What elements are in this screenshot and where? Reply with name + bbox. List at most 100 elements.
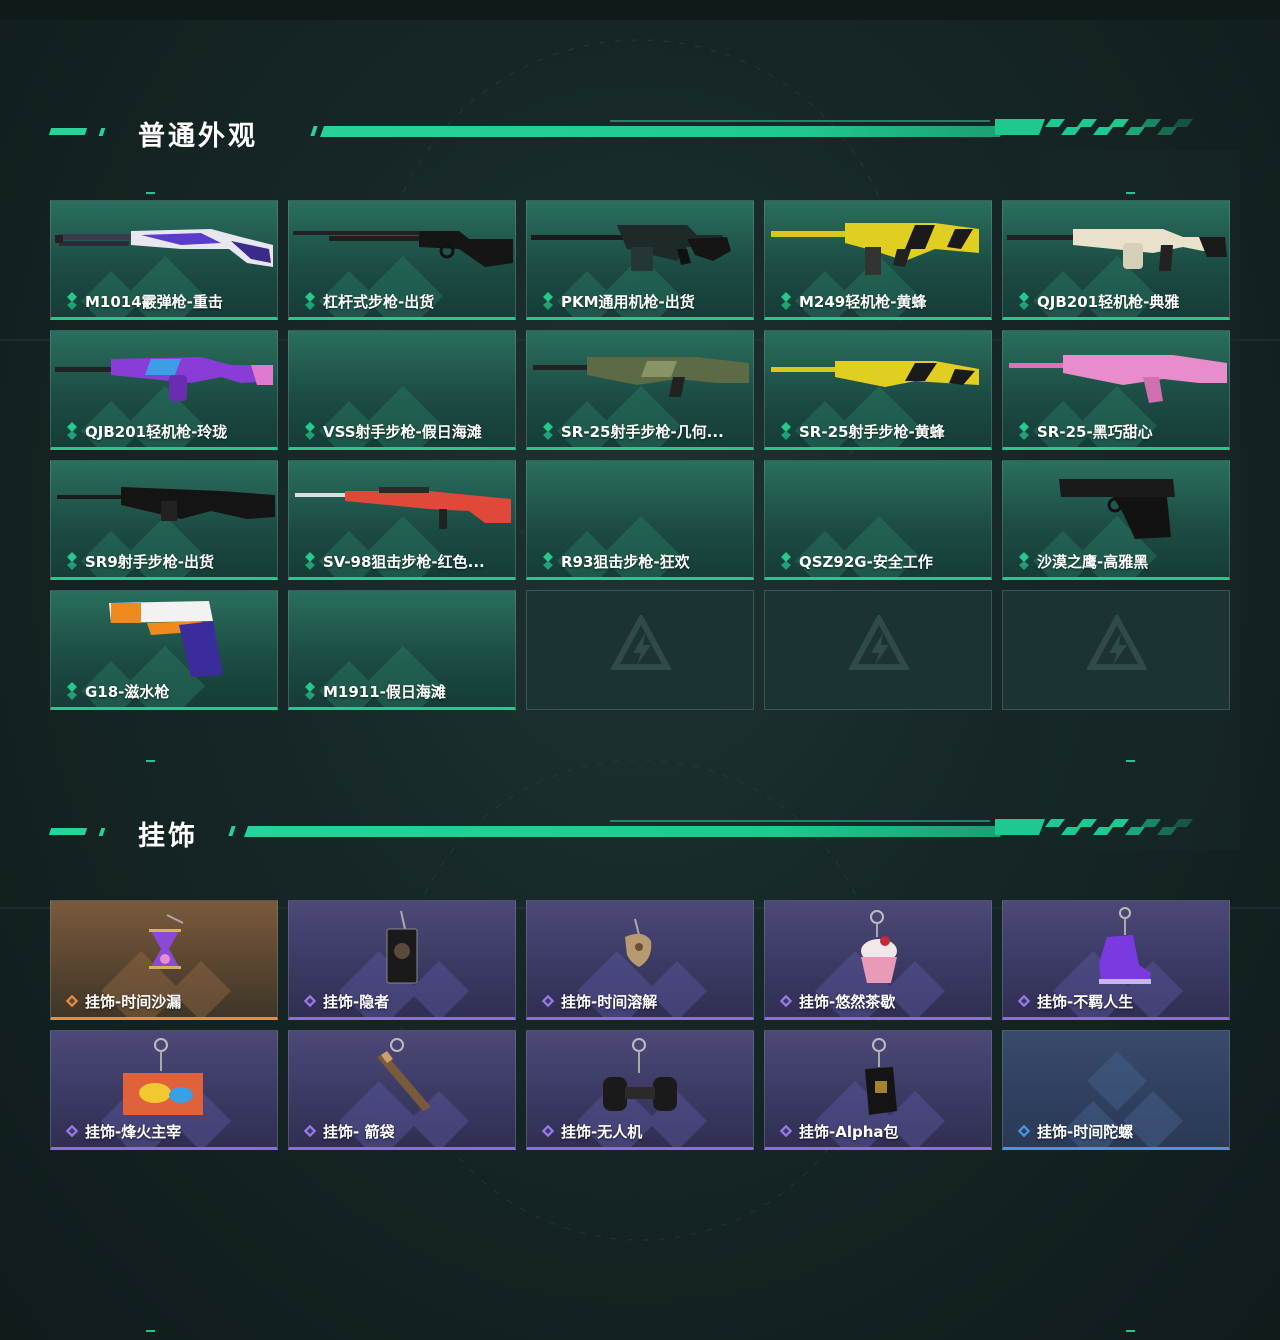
skin-label: SR9射手步枪-出货 [85, 552, 215, 571]
corner-tick [146, 1330, 155, 1332]
charm-card[interactable]: 挂饰-隐者 [288, 900, 516, 1020]
skin-card[interactable]: M1014霰弹枪-重击 [50, 200, 278, 320]
corner-tick [1126, 1330, 1135, 1332]
rarity-icon [1017, 1124, 1031, 1138]
game-logo-icon [1087, 615, 1147, 670]
empty-slot [1002, 590, 1230, 710]
skin-card[interactable]: R93狙击步枪-狂欢 [526, 460, 754, 580]
rarity-icon [541, 1124, 555, 1138]
game-logo-icon [611, 615, 671, 670]
rarity-icon [305, 682, 315, 700]
skin-label: G18-滋水枪 [85, 682, 170, 701]
charm-card[interactable]: 挂饰-烽火主宰 [50, 1030, 278, 1150]
rarity-icon [781, 422, 791, 440]
header-line [319, 126, 1005, 137]
header-accent [98, 828, 106, 836]
header-accent [48, 828, 88, 835]
corner-tick [146, 760, 155, 762]
charm-label: 挂饰- 箭袋 [323, 1122, 395, 1141]
charm-card[interactable]: 挂饰-Alpha包 [764, 1030, 992, 1150]
charm-label: 挂饰-Alpha包 [799, 1122, 899, 1141]
rarity-icon [543, 422, 553, 440]
skin-card[interactable]: 杠杆式步枪-出货 [288, 200, 516, 320]
corner-tick [1126, 760, 1135, 762]
skin-label: PKM通用机枪-出货 [561, 292, 695, 311]
skin-label: M1014霰弹枪-重击 [85, 292, 223, 311]
charm-label: 挂饰-时间沙漏 [85, 992, 182, 1011]
skin-label: QJB201轻机枪-玲珑 [85, 422, 228, 441]
rarity-icon [1019, 292, 1029, 310]
skin-card[interactable]: SR-25射手步枪-几何... [526, 330, 754, 450]
skin-label: R93狙击步枪-狂欢 [561, 552, 690, 571]
charm-card[interactable]: 挂饰-不羁人生 [1002, 900, 1230, 1020]
header-checker [995, 119, 1193, 135]
section-header-charms: 挂饰 [48, 819, 1210, 860]
skin-label: SV-98狙击步枪-红色... [323, 552, 485, 571]
charm-label: 挂饰-时间陀螺 [1037, 1122, 1134, 1141]
charm-label: 挂饰-时间溶解 [561, 992, 658, 1011]
rarity-icon [779, 994, 793, 1008]
skin-card[interactable]: SR-25-黑巧甜心 [1002, 330, 1230, 450]
skins-grid: M1014霰弹枪-重击 杠杆式步枪-出货 PKM通用机枪-出货 M249轻机枪-… [50, 200, 1230, 710]
rarity-icon [67, 292, 77, 310]
rarity-icon [65, 994, 79, 1008]
skin-card[interactable]: VSS射手步枪-假日海滩 [288, 330, 516, 450]
section-title: 普通外观 [138, 121, 258, 152]
header-line [243, 826, 1005, 837]
skin-card[interactable]: SR9射手步枪-出货 [50, 460, 278, 580]
skin-card[interactable]: QSZ92G-安全工作 [764, 460, 992, 580]
rarity-icon [1019, 422, 1029, 440]
charm-card[interactable]: 挂饰- 箭袋 [288, 1030, 516, 1150]
empty-slot [764, 590, 992, 710]
header-accent [228, 826, 236, 836]
charm-card[interactable]: 挂饰-无人机 [526, 1030, 754, 1150]
empty-slot [526, 590, 754, 710]
rarity-icon [303, 994, 317, 1008]
charm-label: 挂饰-无人机 [561, 1122, 643, 1141]
skin-card[interactable]: SV-98狙击步枪-红色... [288, 460, 516, 580]
rarity-icon [305, 292, 315, 310]
skin-label: M249轻机枪-黄蜂 [799, 292, 927, 311]
rarity-icon [541, 994, 555, 1008]
header-line [610, 820, 990, 822]
charm-label: 挂饰-烽火主宰 [85, 1122, 182, 1141]
header-accent [48, 128, 88, 135]
skin-card[interactable]: QJB201轻机枪-典雅 [1002, 200, 1230, 320]
skin-card[interactable]: SR-25射手步枪-黄蜂 [764, 330, 992, 450]
charm-card[interactable]: 挂饰-悠然茶歇 [764, 900, 992, 1020]
skin-card[interactable]: QJB201轻机枪-玲珑 [50, 330, 278, 450]
rarity-icon [1019, 552, 1029, 570]
skin-card[interactable]: 沙漠之鹰-高雅黑 [1002, 460, 1230, 580]
corner-tick [146, 192, 155, 194]
rarity-icon [67, 422, 77, 440]
rarity-icon [65, 1124, 79, 1138]
skin-card[interactable]: M1911-假日海滩 [288, 590, 516, 710]
section-header-skins: 普通外观 [48, 119, 1210, 160]
rarity-icon [305, 552, 315, 570]
rarity-icon [67, 682, 77, 700]
skin-label: M1911-假日海滩 [323, 682, 446, 701]
charm-card[interactable]: 挂饰-时间溶解 [526, 900, 754, 1020]
rarity-icon [305, 422, 315, 440]
header-line [610, 120, 990, 122]
rarity-icon [67, 552, 77, 570]
skin-label: 沙漠之鹰-高雅黑 [1037, 552, 1149, 571]
skin-card[interactable]: G18-滋水枪 [50, 590, 278, 710]
skin-label: QJB201轻机枪-典雅 [1037, 292, 1180, 311]
skin-label: QSZ92G-安全工作 [799, 552, 933, 571]
rarity-icon [779, 1124, 793, 1138]
skin-card[interactable]: PKM通用机枪-出货 [526, 200, 754, 320]
skin-card[interactable]: M249轻机枪-黄蜂 [764, 200, 992, 320]
top-strip [0, 0, 1280, 20]
charm-card[interactable]: 挂饰-时间沙漏 [50, 900, 278, 1020]
header-accent [310, 126, 318, 136]
charms-grid: 挂饰-时间沙漏 挂饰-隐者 挂饰-时间溶解 挂饰-悠然茶歇 挂饰-不羁人生 挂饰… [50, 900, 1230, 1150]
skin-label: VSS射手步枪-假日海滩 [323, 422, 482, 441]
skin-label: 杠杆式步枪-出货 [323, 292, 435, 311]
header-accent [98, 128, 106, 136]
charm-card[interactable]: 挂饰-时间陀螺 [1002, 1030, 1230, 1150]
skin-label: SR-25射手步枪-黄蜂 [799, 422, 945, 441]
rarity-icon [543, 552, 553, 570]
charm-label: 挂饰-隐者 [323, 992, 390, 1011]
corner-tick [1126, 192, 1135, 194]
